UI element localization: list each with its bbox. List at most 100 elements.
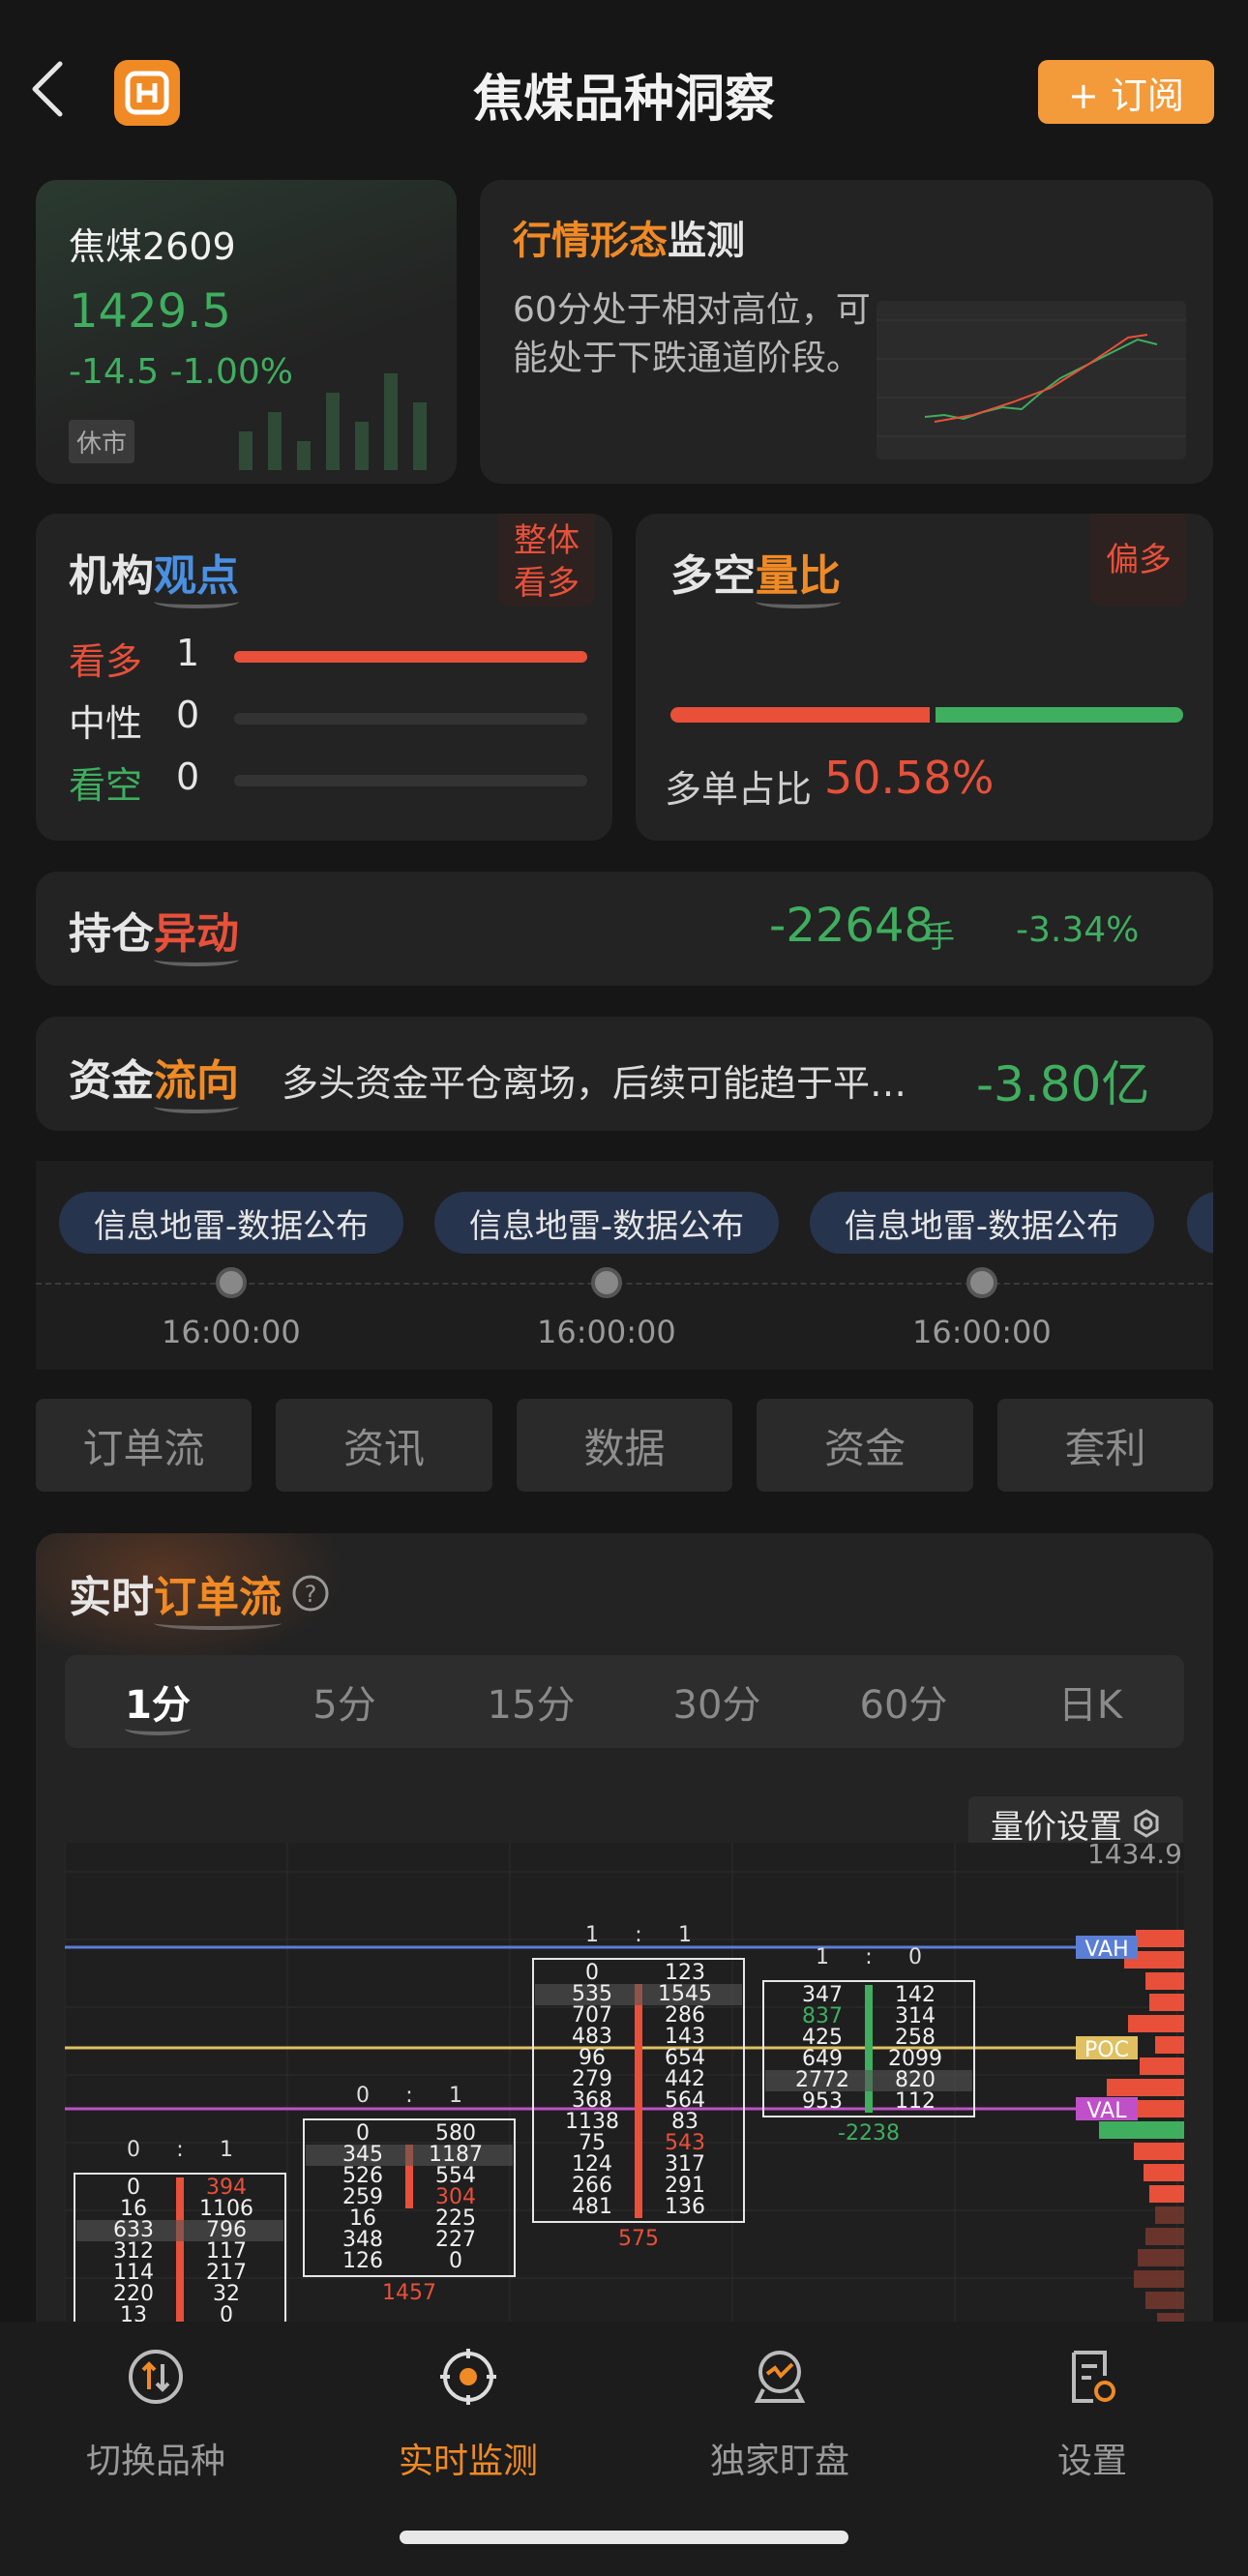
position-change-value: -22648 bbox=[769, 899, 935, 953]
help-icon[interactable]: ? bbox=[291, 1574, 330, 1613]
event-time-1: 16:00:00 bbox=[162, 1314, 301, 1350]
watch-icon bbox=[754, 2351, 806, 2403]
trend-monitor-card[interactable]: 行情形态监测 60分处于相对高位，可能处于下跌通道阶段。 bbox=[480, 180, 1213, 484]
volume-profile-bar bbox=[1140, 2058, 1184, 2075]
footprint-ratio-left: 0 bbox=[127, 2138, 140, 2162]
volume-profile-bar bbox=[1099, 2121, 1184, 2139]
trend-description: 60分处于相对高位，可能处于下跌通道阶段。 bbox=[513, 290, 871, 379]
volume-profile-bar bbox=[1134, 2143, 1184, 2160]
institution-title: 机构观点 bbox=[69, 541, 239, 608]
institution-badge: 整体看多 bbox=[498, 514, 595, 607]
bull-bar-fill bbox=[234, 651, 587, 663]
tab-funds[interactable]: 资金 bbox=[757, 1399, 973, 1492]
nav-label: 切换品种 bbox=[85, 2442, 225, 2481]
bull-bar-track bbox=[234, 651, 587, 663]
institution-view-card[interactable]: 机构观点 整体看多 看多 1 中性 0 看空 0 bbox=[36, 514, 612, 841]
neutral-bar-track bbox=[234, 713, 587, 725]
settings-doc-icon bbox=[1072, 2351, 1115, 2403]
short-bar-fill bbox=[936, 707, 1183, 723]
volume-profile-bar bbox=[1149, 2185, 1184, 2203]
market-status-badge: 休市 bbox=[69, 420, 135, 463]
event-dot-3 bbox=[966, 1267, 997, 1298]
footprint-delta: 1457 bbox=[382, 2281, 436, 2305]
footprint-ask-cell: 136 bbox=[665, 2195, 705, 2219]
period-30m[interactable]: 30分 bbox=[624, 1655, 810, 1748]
nav-realtime-monitor[interactable]: 实时监测 bbox=[362, 2347, 575, 2483]
price-card[interactable]: 焦煤2609 1429.5 -14.5 -1.00% 休市 bbox=[36, 180, 457, 484]
orderflow-title: 实时订单流 bbox=[69, 1562, 282, 1630]
tab-data[interactable]: 数据 bbox=[517, 1399, 732, 1492]
footprint-ratio-right: 0 bbox=[908, 1945, 922, 1969]
nav-switch-symbol[interactable]: 切换品种 bbox=[49, 2347, 262, 2483]
long-short-ratio-card[interactable]: 多空量比 偏多 多单占比 50.58% bbox=[636, 514, 1213, 841]
fund-flow-card[interactable]: 资金流向 多头资金平仓离场，后续可能趋于平… -3.80亿 bbox=[36, 1017, 1213, 1131]
tab-arbitrage[interactable]: 套利 bbox=[997, 1399, 1213, 1492]
volume-profile-bar bbox=[1155, 2036, 1184, 2054]
event-chip-2[interactable]: 信息地雷-数据公布 bbox=[434, 1192, 779, 1254]
event-chip-1[interactable]: 信息地雷-数据公布 bbox=[59, 1192, 403, 1254]
nav-settings[interactable]: 设置 bbox=[986, 2347, 1199, 2483]
bull-count: 1 bbox=[176, 632, 200, 674]
bear-count: 0 bbox=[176, 755, 200, 798]
tab-orderflow[interactable]: 订单流 bbox=[36, 1399, 252, 1492]
footprint-bid-cell: 481 bbox=[572, 2195, 612, 2219]
period-5m[interactable]: 5分 bbox=[252, 1655, 437, 1748]
volume-profile-bar bbox=[1155, 2206, 1184, 2224]
position-change-pct: -3.34% bbox=[1016, 910, 1140, 950]
tab-news[interactable]: 资讯 bbox=[276, 1399, 492, 1492]
open-interest-card[interactable]: 持仓异动 -22648 手 -3.34% bbox=[36, 872, 1213, 986]
footprint-ratio-sep: : bbox=[865, 1945, 872, 1969]
footprint-ratio-left: 1 bbox=[585, 1923, 599, 1947]
section-tabs: 订单流 资讯 数据 资金 套利 bbox=[36, 1399, 1213, 1492]
period-daily[interactable]: 日K bbox=[997, 1655, 1183, 1748]
fund-title: 资金流向 bbox=[69, 1046, 239, 1113]
neutral-label: 中性 bbox=[69, 702, 143, 745]
footprint-ask-cell: 112 bbox=[895, 2089, 936, 2114]
period-selector: 1分 5分 15分 30分 60分 日K bbox=[65, 1655, 1184, 1748]
period-60m[interactable]: 60分 bbox=[811, 1655, 996, 1748]
subscribe-button[interactable]: + 订阅 bbox=[1038, 60, 1214, 124]
nav-label: 实时监测 bbox=[398, 2442, 538, 2481]
fund-value: -3.80亿 bbox=[976, 1056, 1150, 1112]
event-dot-2 bbox=[591, 1267, 622, 1298]
long-share-value: 50.58% bbox=[824, 752, 995, 804]
event-chip-3[interactable]: 信息地雷-数据公布 bbox=[810, 1192, 1154, 1254]
fund-description: 多头资金平仓离场，后续可能趋于平… bbox=[282, 1062, 907, 1105]
nav-exclusive-watch[interactable]: 独家盯盘 bbox=[673, 2347, 886, 2483]
volume-profile-bar bbox=[1144, 2164, 1184, 2181]
monitor-icon bbox=[440, 2349, 496, 2405]
footprint-poc-row bbox=[76, 2220, 283, 2241]
home-indicator bbox=[400, 2531, 848, 2544]
bull-label: 看多 bbox=[69, 640, 143, 683]
nav-label: 独家盯盘 bbox=[709, 2442, 849, 2481]
volume-profile-bar bbox=[1149, 1994, 1184, 2011]
footprint-ask-cell: 0 bbox=[449, 2249, 462, 2273]
position-title: 持仓异动 bbox=[69, 899, 239, 966]
events-timeline[interactable]: 信息地雷-数据公布 16:00:00 信息地雷-数据公布 16:00:00 信息… bbox=[36, 1161, 1213, 1370]
timeline-axis bbox=[36, 1283, 1213, 1285]
event-dot-1 bbox=[216, 1267, 247, 1298]
footprint-delta: 575 bbox=[618, 2227, 659, 2251]
ratio-title: 多空量比 bbox=[670, 541, 841, 608]
volume-profile-bar bbox=[1107, 2079, 1184, 2096]
period-1m[interactable]: 1分 bbox=[65, 1655, 251, 1748]
period-15m[interactable]: 15分 bbox=[438, 1655, 624, 1748]
volume-profile-bar bbox=[1145, 2228, 1184, 2245]
nav-label: 设置 bbox=[1056, 2442, 1127, 2481]
trend-thumbnail-chart bbox=[877, 301, 1186, 459]
volume-profile-bar bbox=[1128, 2015, 1184, 2032]
event-chip-4-partial[interactable] bbox=[1187, 1192, 1213, 1254]
footprint-ratio-left: 1 bbox=[816, 1945, 829, 1969]
mini-bars-decoration bbox=[239, 373, 427, 470]
price-top-label: 1434.9 bbox=[1087, 1843, 1182, 1870]
switch-icon bbox=[129, 2350, 183, 2404]
event-time-3: 16:00:00 bbox=[912, 1314, 1052, 1350]
neutral-count: 0 bbox=[176, 694, 200, 736]
footprint-ratio-right: 1 bbox=[220, 2138, 233, 2162]
bear-label: 看空 bbox=[69, 764, 143, 807]
volume-profile-bar bbox=[1136, 1930, 1184, 1947]
footprint-ratio-right: 1 bbox=[678, 1923, 692, 1947]
footprint-ratio-left: 0 bbox=[356, 2084, 370, 2108]
footprint-candle-body bbox=[176, 2177, 184, 2326]
volume-profile-bar bbox=[1134, 2270, 1184, 2288]
